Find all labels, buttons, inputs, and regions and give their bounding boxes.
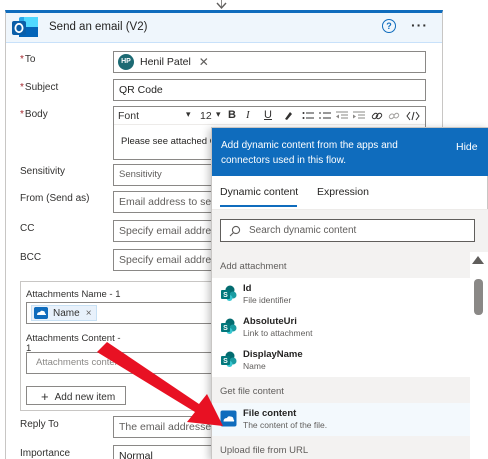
sharepoint-icon: S <box>221 318 237 334</box>
body-label: *Body <box>20 109 48 120</box>
search-input[interactable]: Search dynamic content <box>220 219 475 242</box>
item-description: Name <box>243 361 266 371</box>
body-text: Please see attached QR <box>121 136 224 147</box>
to-field[interactable]: HP Henil Patel ✕ <box>113 51 426 73</box>
item-title: AbsoluteUri <box>243 316 297 327</box>
item-title: File content <box>243 408 297 419</box>
decrease-indent-icon[interactable] <box>336 111 348 121</box>
item-description: Link to attachment <box>243 328 313 338</box>
from-field[interactable]: Email address to send <box>113 191 218 213</box>
link-icon[interactable] <box>371 110 383 122</box>
dynamic-token-name[interactable]: Name × <box>31 305 97 321</box>
increase-indent-icon[interactable] <box>353 111 365 121</box>
chevron-down-icon[interactable]: ▾ <box>216 109 221 120</box>
font-family-select[interactable]: Font <box>118 110 139 122</box>
item-description: File identifier <box>243 295 292 305</box>
dynamic-panel-tabs: Dynamic content Expression <box>212 176 488 210</box>
scroll-up-arrow-icon[interactable] <box>472 256 484 264</box>
sharepoint-icon: S <box>221 285 237 301</box>
bold-button[interactable]: B <box>228 109 236 121</box>
section-header: Upload file from URL <box>212 436 470 459</box>
list-item[interactable]: S DisplayName Name <box>212 344 470 377</box>
token-label: Name <box>53 307 80 319</box>
item-title: DisplayName <box>243 349 303 360</box>
add-new-item-button[interactable]: + Add new item <box>26 386 126 405</box>
sensitivity-label: Sensitivity <box>20 166 66 177</box>
hide-button[interactable]: Hide <box>456 141 478 153</box>
bulleted-list-icon[interactable] <box>302 111 314 121</box>
item-description: The content of the file. <box>243 420 328 430</box>
remove-token-icon[interactable]: × <box>86 308 92 319</box>
underline-button[interactable]: U <box>264 109 272 121</box>
reply-to-label: Reply To <box>20 419 59 430</box>
rich-text-toolbar: Font ▾ 12 ▾ B I U <box>114 107 425 125</box>
font-size-select[interactable]: 12 <box>200 110 212 122</box>
attachments-content-label: Attachments Content - 1 <box>26 333 121 354</box>
bcc-label: BCC <box>20 252 42 263</box>
add-new-item-label: Add new item <box>54 392 116 403</box>
from-label: From (Send as) <box>20 193 90 204</box>
onedrive-icon <box>220 410 237 427</box>
section-header: Get file content <box>212 377 470 403</box>
unlink-icon[interactable] <box>388 110 400 122</box>
recipient-name: Henil Patel <box>140 56 191 68</box>
to-label: *To <box>20 54 36 65</box>
onedrive-icon <box>34 307 48 319</box>
cc-label: CC <box>20 223 35 234</box>
svg-text:S: S <box>223 292 228 299</box>
help-icon[interactable]: ? <box>382 19 396 33</box>
dynamic-content-list: Add attachment S Id File identifier S Ab… <box>212 252 470 459</box>
avatar: HP <box>118 54 134 70</box>
search-placeholder: Search dynamic content <box>249 225 357 236</box>
list-item[interactable]: S Id File identifier <box>212 278 470 311</box>
section-header: Add attachment <box>212 252 470 278</box>
numbered-list-icon[interactable] <box>319 111 331 121</box>
dynamic-content-panel: Add dynamic content from the apps and co… <box>211 127 488 459</box>
sharepoint-icon: S <box>221 351 237 367</box>
subject-field[interactable]: QR Code <box>113 79 426 101</box>
sensitivity-field[interactable]: Sensitivity <box>113 164 218 186</box>
card-header[interactable]: Send an email (V2) ? ··· <box>6 13 442 43</box>
svg-text:S: S <box>223 325 228 332</box>
chevron-down-icon[interactable]: ▾ <box>186 109 191 120</box>
svg-text:S: S <box>223 358 228 365</box>
reply-to-field[interactable]: The email addresses <box>113 416 218 438</box>
list-item[interactable]: S AbsoluteUri Link to attachment <box>212 311 470 344</box>
importance-field[interactable]: Normal <box>113 445 218 459</box>
bcc-field[interactable]: Specify email addre <box>113 249 218 271</box>
highlight-pen-icon[interactable] <box>283 110 294 121</box>
italic-button[interactable]: I <box>246 109 250 121</box>
tab-expression[interactable]: Expression <box>317 186 369 198</box>
dynamic-panel-description: Add dynamic content from the apps and co… <box>221 140 398 166</box>
cc-field[interactable]: Specify email address <box>113 220 218 242</box>
importance-label: Importance <box>20 448 71 459</box>
card-title: Send an email (V2) <box>49 21 148 33</box>
active-tab-indicator <box>220 205 297 207</box>
list-item[interactable]: File content The content of the file. <box>212 403 470 436</box>
search-area: Search dynamic content <box>212 210 488 252</box>
tab-dynamic-content[interactable]: Dynamic content <box>220 186 298 198</box>
code-view-icon[interactable] <box>406 111 420 121</box>
dynamic-panel-header: Add dynamic content from the apps and co… <box>212 128 488 176</box>
scrollbar-thumb[interactable] <box>474 279 483 315</box>
search-icon <box>229 225 241 237</box>
subject-label: *Subject <box>20 82 59 93</box>
remove-recipient-icon[interactable]: ✕ <box>199 55 209 69</box>
more-options-icon[interactable]: ··· <box>411 17 428 33</box>
recipient-chip[interactable]: HP Henil Patel ✕ <box>118 54 209 70</box>
outlook-logo-icon <box>12 17 38 37</box>
attachments-name-label: Attachments Name - 1 <box>26 289 121 300</box>
plus-icon: + <box>41 389 49 404</box>
item-title: Id <box>243 283 252 294</box>
